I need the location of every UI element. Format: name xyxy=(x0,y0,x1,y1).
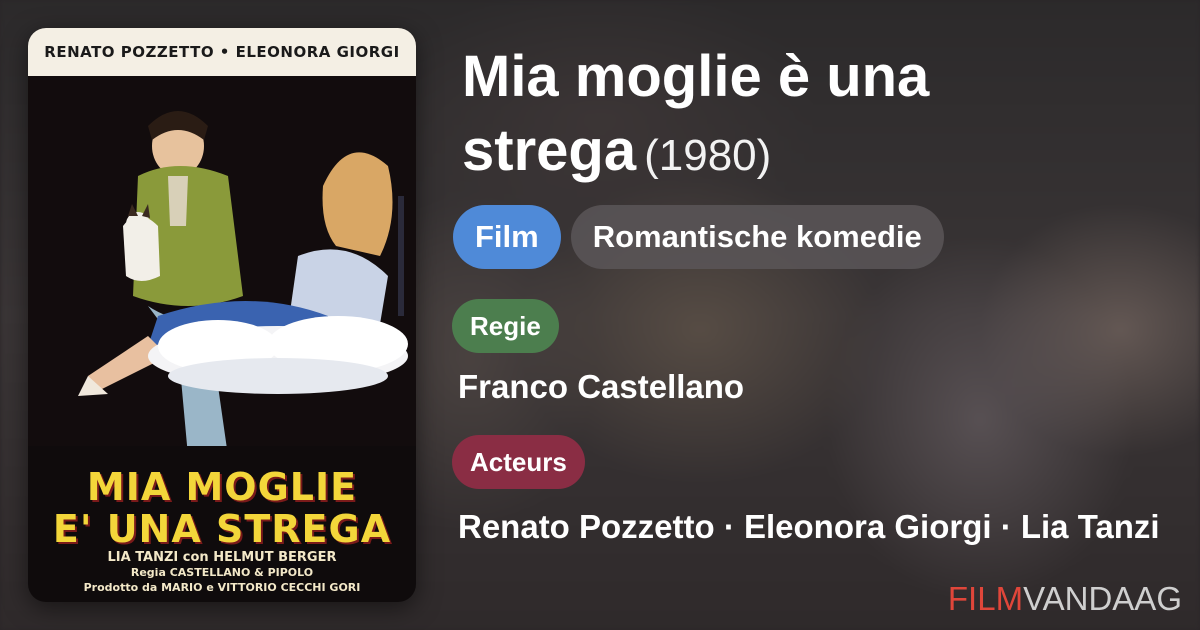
movie-title: Mia moglie è una strega (1980) xyxy=(462,40,1162,193)
logo-part-vandaag: VANDAAG xyxy=(1023,580,1182,617)
logo-part-film: FILM xyxy=(947,580,1024,617)
director-name[interactable]: Franco Castellano xyxy=(458,368,744,406)
type-tag[interactable]: Film xyxy=(453,205,561,269)
poster-credit-line-3: Prodotto da MARIO e VITTORIO CECCHI GORI xyxy=(83,581,361,594)
movie-year: (1980) xyxy=(644,131,772,180)
actors-list[interactable]: Renato Pozzetto · Eleonora Giorgi · Lia … xyxy=(458,500,1178,554)
filmvandaag-logo[interactable]: FILMVANDAAG xyxy=(948,580,1182,618)
poster-credit-line-2: Regia CASTELLANO & PIPOLO xyxy=(130,566,314,579)
movie-poster[interactable]: RENATO POZZETTO • ELEONORA GIORGI MIA MO… xyxy=(28,28,416,602)
poster-credits: LIA TANZI con HELMUT BERGER Regia CASTEL… xyxy=(28,550,416,595)
genre-tag[interactable]: Romantische komedie xyxy=(570,205,944,269)
director-label: Regie xyxy=(452,299,559,353)
poster-credit-line-1: LIA TANZI con HELMUT BERGER xyxy=(107,550,337,565)
tag-row: Film Romantische komedie xyxy=(453,205,944,269)
actors-label: Acteurs xyxy=(452,435,585,489)
poster-top-credits: RENATO POZZETTO • ELEONORA GIORGI xyxy=(28,28,416,76)
poster-artwork xyxy=(28,76,416,446)
poster-title-line-2: E' UNA STREGA xyxy=(52,507,392,551)
poster-title: MIA MOGLIE E' UNA STREGA xyxy=(28,466,416,550)
poster-title-line-1: MIA MOGLIE xyxy=(86,465,358,509)
